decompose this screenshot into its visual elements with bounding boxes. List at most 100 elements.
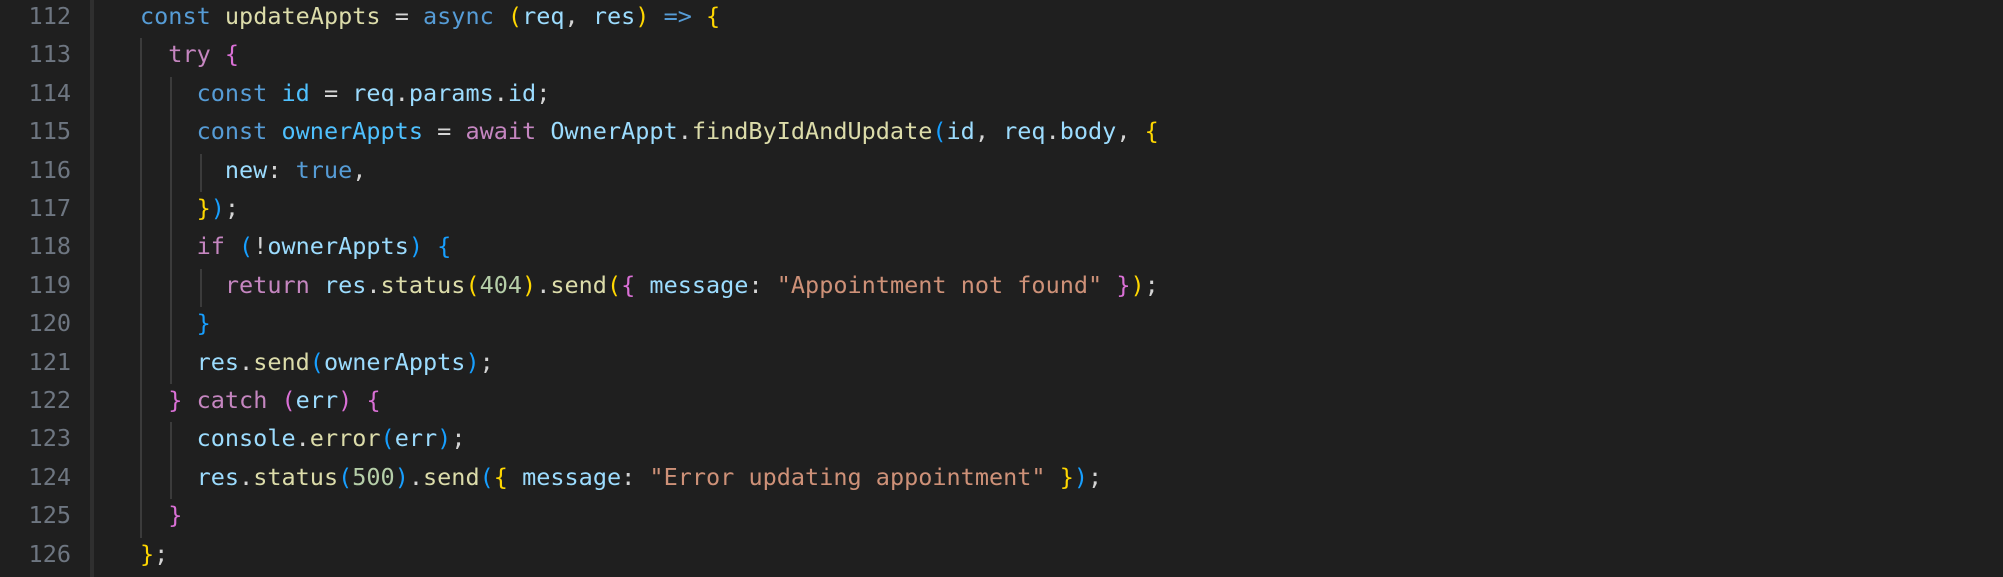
code-token: ( (239, 232, 254, 261)
code-token: ; (479, 347, 494, 376)
code-token: ; (224, 194, 240, 222)
code-line[interactable]: const id = req.params.id; (140, 74, 551, 112)
code-token: const (196, 117, 268, 146)
code-token: id (281, 78, 310, 107)
code-token: . (536, 270, 551, 299)
code-token: res (196, 347, 240, 376)
code-token: = (380, 2, 423, 30)
code-token: , (1116, 117, 1145, 146)
code-token: ownerAppts (323, 347, 466, 376)
code-token: . (295, 424, 310, 453)
code-line[interactable]: res.send(ownerAppts); (140, 343, 494, 381)
code-token: err (295, 386, 339, 414)
line-number: 122 (28, 386, 71, 414)
line-number: 118 (28, 232, 71, 261)
code-line[interactable]: return res.status(404).send({ message: "… (140, 266, 1159, 304)
code-token: try (168, 40, 211, 69)
code-token: body (1059, 117, 1117, 146)
line-number: 112 (28, 2, 71, 30)
code-token: ( (281, 386, 296, 414)
code-line[interactable]: const ownerAppts = await OwnerAppt.findB… (140, 112, 1159, 150)
code-line[interactable]: new: true, (140, 151, 367, 189)
code-line[interactable]: console.error(err); (140, 419, 466, 457)
code-token: ownerAppts (281, 117, 423, 146)
code-token: send (423, 462, 480, 491)
code-token: . (493, 78, 508, 107)
code-token: = (309, 78, 353, 107)
code-token: : (621, 462, 650, 491)
code-token: catch (196, 386, 268, 414)
line-number: 126 (28, 539, 71, 568)
code-token: ) (210, 194, 225, 222)
line-number: 116 (28, 155, 71, 184)
code-line[interactable]: } catch (err) { (140, 381, 380, 419)
code-token: . (366, 270, 381, 299)
code-token: if (196, 232, 225, 261)
code-line[interactable]: res.status(500).send({ message: "Error u… (140, 458, 1103, 496)
code-line[interactable]: const updateAppts = async (req, res) => … (140, 0, 720, 35)
line-number: 125 (28, 501, 71, 530)
code-token: { (437, 232, 452, 261)
code-token: . (677, 117, 692, 146)
code-token: ; (1144, 270, 1159, 299)
code-token: send (550, 270, 607, 299)
code-token: findByIdAndUpdate (691, 117, 933, 146)
code-token: { (224, 40, 240, 69)
code-line[interactable]: }); (140, 189, 239, 227)
line-number: 124 (28, 462, 71, 491)
code-token: } (196, 194, 211, 222)
line-number: 114 (28, 78, 71, 107)
code-line[interactable]: } (140, 304, 211, 342)
code-token: } (168, 501, 183, 530)
line-number-gutter: 112 113 114 115 116 117 118 119 120 121 122 123 124 1… (0, 0, 90, 577)
code-token: res (196, 462, 240, 491)
code-line[interactable]: try { (140, 35, 239, 73)
code-token: . (394, 78, 409, 107)
code-line[interactable]: } (140, 496, 182, 534)
code-token: ( (380, 424, 395, 453)
code-token: status (253, 462, 339, 491)
line-number: 120 (28, 309, 71, 338)
code-token: return (224, 270, 310, 299)
code-token: message (522, 462, 622, 491)
code-token: . (239, 462, 254, 491)
code-token: ) (437, 424, 452, 453)
code-token: updateAppts (224, 2, 381, 30)
code-token: send (253, 347, 310, 376)
code-token: ) (394, 462, 409, 491)
code-token: req (522, 2, 565, 30)
code-token: ) (465, 347, 480, 376)
code-line[interactable]: }; (140, 535, 168, 573)
code-token: true (295, 155, 353, 184)
code-token: 500 (352, 462, 395, 491)
gutter-divider (90, 0, 94, 577)
code-token: ; (154, 539, 169, 568)
code-token: OwnerAppt (550, 117, 678, 146)
line-number: 121 (28, 347, 71, 376)
code-token: ( (479, 462, 494, 491)
code-token: ) (1073, 462, 1089, 491)
code-token: id (946, 117, 975, 146)
code-token: ; (1088, 462, 1103, 491)
code-token: } (1116, 270, 1131, 299)
code-token: id (507, 78, 537, 107)
code-token: ! (253, 232, 268, 261)
code-token: . (239, 347, 254, 376)
code-line[interactable]: if (!ownerAppts) { (140, 227, 452, 265)
code-token: err (394, 424, 438, 453)
code-editor[interactable]: 112 113 114 115 116 117 118 119 120 121 122 123 124 1… (0, 0, 2003, 577)
code-token: const (196, 78, 268, 107)
